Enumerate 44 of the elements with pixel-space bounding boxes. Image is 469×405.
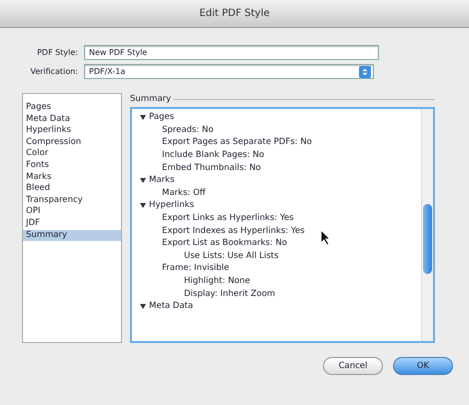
summary-setting: Export List as Bookmarks: No bbox=[162, 238, 288, 248]
summary-setting: Include Blank Pages: No bbox=[162, 150, 264, 160]
window-title: Edit PDF Style bbox=[199, 8, 270, 19]
summary-setting: Embed Thumbnails: No bbox=[162, 162, 261, 173]
cancel-button[interactable]: Cancel bbox=[323, 357, 383, 375]
disclosure-triangle-icon[interactable] bbox=[140, 178, 146, 183]
ok-button[interactable]: OK bbox=[393, 357, 453, 375]
sidebar-item[interactable]: Meta Data bbox=[23, 114, 121, 126]
sidebar-item[interactable]: Hyperlinks bbox=[23, 125, 121, 137]
tree-group: Meta Data bbox=[149, 301, 194, 312]
sidebar-item[interactable]: Bleed bbox=[23, 183, 121, 195]
field-label: Verification: bbox=[29, 67, 78, 76]
sidebar-item[interactable]: OPI bbox=[23, 206, 121, 218]
sidebar-item[interactable]: Color bbox=[23, 148, 121, 160]
sidebar-item[interactable]: Fonts bbox=[23, 160, 121, 172]
summary-setting: Export Links as Hyperlinks: Yes bbox=[162, 213, 294, 224]
tree-group: Hyperlinks bbox=[149, 200, 194, 210]
disclosure-triangle-icon[interactable] bbox=[140, 304, 146, 309]
summary-setting: Use Lists: Use All Lists bbox=[184, 250, 279, 261]
sidebar-item[interactable]: Pages bbox=[23, 102, 121, 114]
tree-group: Marks bbox=[149, 175, 174, 186]
summary-setting: Export Pages as Separate PDFs: No bbox=[162, 137, 312, 148]
sidebar-item[interactable]: Compression bbox=[23, 136, 121, 148]
dropdown-arrows-icon bbox=[359, 66, 371, 78]
sidebar-item[interactable]: Summary bbox=[23, 230, 121, 242]
summary-setting: Frame: Invisible bbox=[162, 263, 230, 274]
sidebar-item[interactable]: Transparency bbox=[23, 194, 121, 206]
scrollbar[interactable] bbox=[421, 109, 433, 341]
field-label: PDF Style: bbox=[36, 48, 78, 57]
disclosure-triangle-icon[interactable] bbox=[140, 202, 146, 208]
sidebar-item[interactable]: Marks bbox=[23, 172, 121, 184]
summary-setting: Spreads: No bbox=[162, 124, 214, 135]
sidebar-item[interactable]: JDF bbox=[23, 218, 121, 230]
scroll-thumb[interactable] bbox=[423, 204, 432, 274]
summary-label: Summary bbox=[130, 94, 172, 104]
tree-group: Pages bbox=[149, 112, 174, 122]
style-name-field[interactable]: New PDF Style bbox=[84, 45, 379, 60]
summary-setting: Export Indexes as Hyperlinks: Yes bbox=[162, 226, 305, 236]
summary-setting: Highlight: None bbox=[184, 276, 250, 286]
pointer-icon bbox=[320, 229, 332, 246]
summary-setting: Marks: Off bbox=[162, 188, 206, 198]
summary-setting: Display: Inherit Zoom bbox=[184, 288, 276, 299]
disclosure-triangle-icon[interactable] bbox=[140, 114, 146, 120]
verification-dropdown[interactable]: PDF/X-1a bbox=[84, 64, 374, 79]
